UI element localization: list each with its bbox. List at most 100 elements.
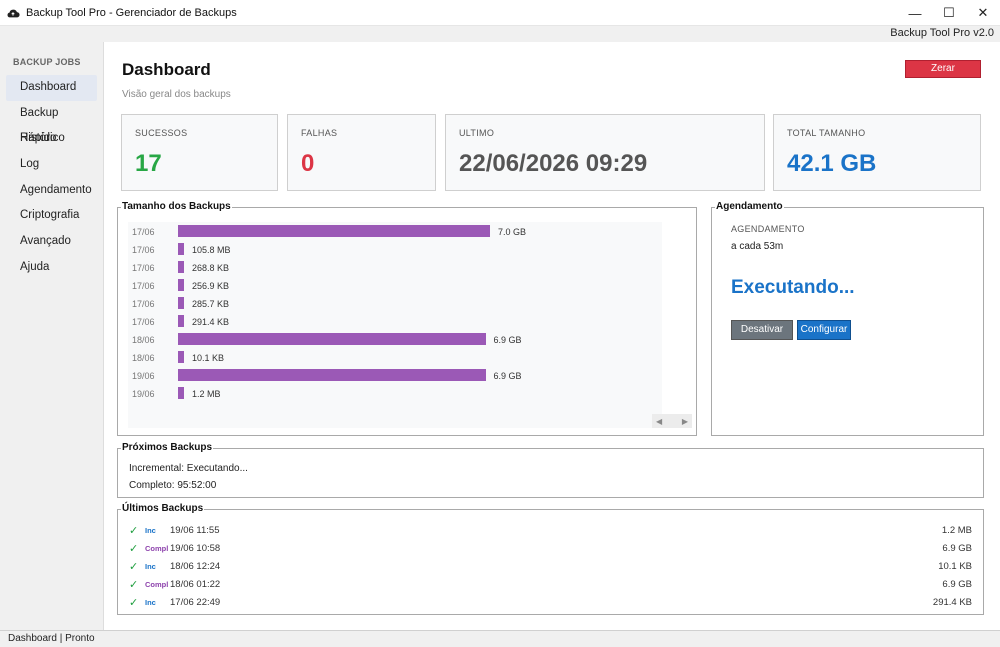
page-title: Dashboard (122, 60, 211, 79)
maximize-button[interactable]: ☐ (932, 0, 966, 26)
check-icon: ✓ (129, 543, 139, 555)
backup-size: 6.9 GB (942, 579, 972, 590)
backup-type-badge: Inc (145, 598, 156, 607)
chart-bar (178, 387, 184, 399)
disable-button[interactable]: Desativar (731, 320, 793, 340)
reset-counters-button[interactable]: Zerar contadores (905, 60, 981, 90)
next-backups-panel: Próximos Backups Incremental: Executando… (117, 442, 984, 498)
last-backups-title: Últimos Backups (121, 503, 205, 515)
chart-panel-title: Tamanho dos Backups (121, 201, 232, 213)
chart-value-label: 6.9 GB (493, 335, 522, 345)
sidebar-item-dashboard[interactable]: Dashboard (6, 75, 97, 101)
page-subtitle: Visão geral dos backups (122, 89, 231, 100)
sidebar: BACKUP JOBS Dashboard Backup Rápido Hist… (0, 42, 104, 630)
chart-value-label: 1.2 MB (192, 389, 221, 399)
sidebar-item-ajuda[interactable]: Ajuda (6, 255, 97, 281)
card-value: 22/06/2026 09:29 (459, 150, 648, 177)
card-label: TOTAL TAMANHO (787, 128, 866, 138)
chart-value-label: 105.8 MB (192, 245, 231, 255)
chart-bar (178, 333, 486, 345)
chart-category-label: 17/06 (132, 245, 155, 255)
sidebar-item-backup-rapido[interactable]: Backup Rápido (6, 101, 97, 145)
backup-datetime: 18/06 01:22 (170, 579, 221, 590)
chart-bar (178, 225, 490, 237)
app-version: Backup Tool Pro v2.0 (890, 27, 994, 39)
last-backups-panel: Últimos Backups ✓ Inc 19/06 11:55 1.2 MB… (117, 503, 984, 615)
backup-size: 6.9 GB (942, 543, 972, 554)
list-item[interactable]: ✓ Compl 19/06 10:58 6.9 GB (129, 540, 972, 558)
chart-category-label: 18/06 (132, 335, 155, 345)
chart-value-label: 291.4 KB (192, 317, 230, 327)
list-item[interactable]: ✓ Inc 17/06 22:49 291.4 KB (129, 594, 972, 612)
next-incremental: Incremental: Executando... (129, 463, 248, 474)
chart-value-label: 7.0 GB (498, 227, 527, 237)
card-label: SUCESSOS (135, 128, 188, 138)
cloud-icon (7, 9, 20, 17)
chart-value-label: 285.7 KB (192, 299, 230, 309)
chart-value-label: 268.8 KB (192, 263, 230, 273)
schedule-status: Executando... (731, 277, 855, 298)
chart-category-label: 17/06 (132, 263, 155, 273)
chart-value-label: 256.9 KB (192, 281, 230, 291)
sidebar-item-avancado[interactable]: Avançado (6, 229, 97, 255)
check-icon: ✓ (129, 579, 139, 591)
scroll-left-icon[interactable]: ◀ (656, 417, 662, 426)
main-content: Dashboard Visão geral dos backups Zerar … (105, 42, 1000, 630)
chart-bar (178, 261, 184, 273)
chart-category-label: 17/06 (132, 227, 155, 237)
chart-panel: Tamanho dos Backups 17/06 7.0 GB 17/06 105.… (117, 201, 697, 436)
chart-bar (178, 243, 184, 255)
backup-type-badge: Inc (145, 526, 156, 535)
sidebar-item-historico[interactable]: Histórico (6, 126, 97, 152)
sidebar-heading: BACKUP JOBS (13, 57, 81, 67)
scroll-right-icon[interactable]: ▶ (682, 417, 688, 426)
card-value: 0 (301, 150, 315, 177)
card-successes: SUCESSOS 17 (121, 114, 278, 191)
next-complete: Completo: 95:52:00 (129, 480, 217, 491)
card-failures: FALHAS 0 (287, 114, 436, 191)
list-item[interactable]: ✓ Inc 18/06 12:24 10.1 KB (129, 558, 972, 576)
configure-button[interactable]: Configurar (797, 320, 851, 340)
backup-datetime: 18/06 12:24 (170, 561, 221, 572)
list-item[interactable]: ✓ Inc 19/06 11:55 1.2 MB (129, 522, 972, 540)
backup-type-badge: Compl (145, 544, 169, 553)
next-backups-title: Próximos Backups (121, 442, 214, 454)
backup-datetime: 19/06 11:55 (170, 525, 220, 536)
sidebar-item-agendamento[interactable]: Agendamento (6, 178, 97, 204)
chart-bar (178, 351, 184, 363)
chart-category-label: 19/06 (132, 371, 155, 381)
backup-datetime: 19/06 10:58 (170, 543, 221, 554)
schedule-label: AGENDAMENTO (731, 224, 805, 234)
card-value: 42.1 GB (787, 150, 877, 177)
check-icon: ✓ (129, 561, 139, 573)
chart-scrollbar[interactable]: ◀ ▶ (652, 414, 692, 428)
list-item[interactable]: ✓ Compl 18/06 01:22 6.9 GB (129, 576, 972, 594)
schedule-panel-title: Agendamento (715, 201, 784, 213)
check-icon: ✓ (129, 525, 139, 537)
card-last-backup: ULTIMO 22/06/2026 09:29 (445, 114, 765, 191)
chart-value-label: 10.1 KB (192, 353, 225, 363)
sidebar-item-log[interactable]: Log (6, 152, 97, 178)
backup-type-badge: Compl (145, 580, 169, 589)
chart-bar (178, 297, 184, 309)
minimize-button[interactable]: — (898, 0, 932, 26)
chart-bar (178, 279, 184, 291)
close-button[interactable]: ✕ (966, 0, 1000, 26)
chart-category-label: 17/06 (132, 281, 155, 291)
check-icon: ✓ (129, 597, 139, 609)
backup-size: 1.2 MB (941, 525, 972, 536)
card-total-size: TOTAL TAMANHO 42.1 GB (773, 114, 981, 191)
chart-value-label: 6.9 GB (493, 371, 522, 381)
backup-size: 10.1 KB (938, 561, 972, 572)
backup-type-badge: Inc (145, 562, 156, 571)
header-strip: Backup Tool Pro v2.0 (0, 26, 1000, 42)
schedule-panel: Agendamento AGENDAMENTO a cada 53m Execu… (711, 201, 984, 436)
schedule-interval: a cada 53m (731, 241, 784, 252)
chart-category-label: 18/06 (132, 353, 155, 363)
backup-datetime: 17/06 22:49 (170, 597, 221, 608)
chart-bar (178, 369, 486, 381)
card-value: 17 (135, 150, 162, 177)
window-title: Backup Tool Pro - Gerenciador de Backups (26, 6, 237, 19)
sidebar-item-criptografia[interactable]: Criptografia (6, 203, 97, 229)
bar-chart: 17/06 7.0 GB 17/06 105.8 MB 17/06 268.8 KB 17/… (128, 222, 662, 428)
